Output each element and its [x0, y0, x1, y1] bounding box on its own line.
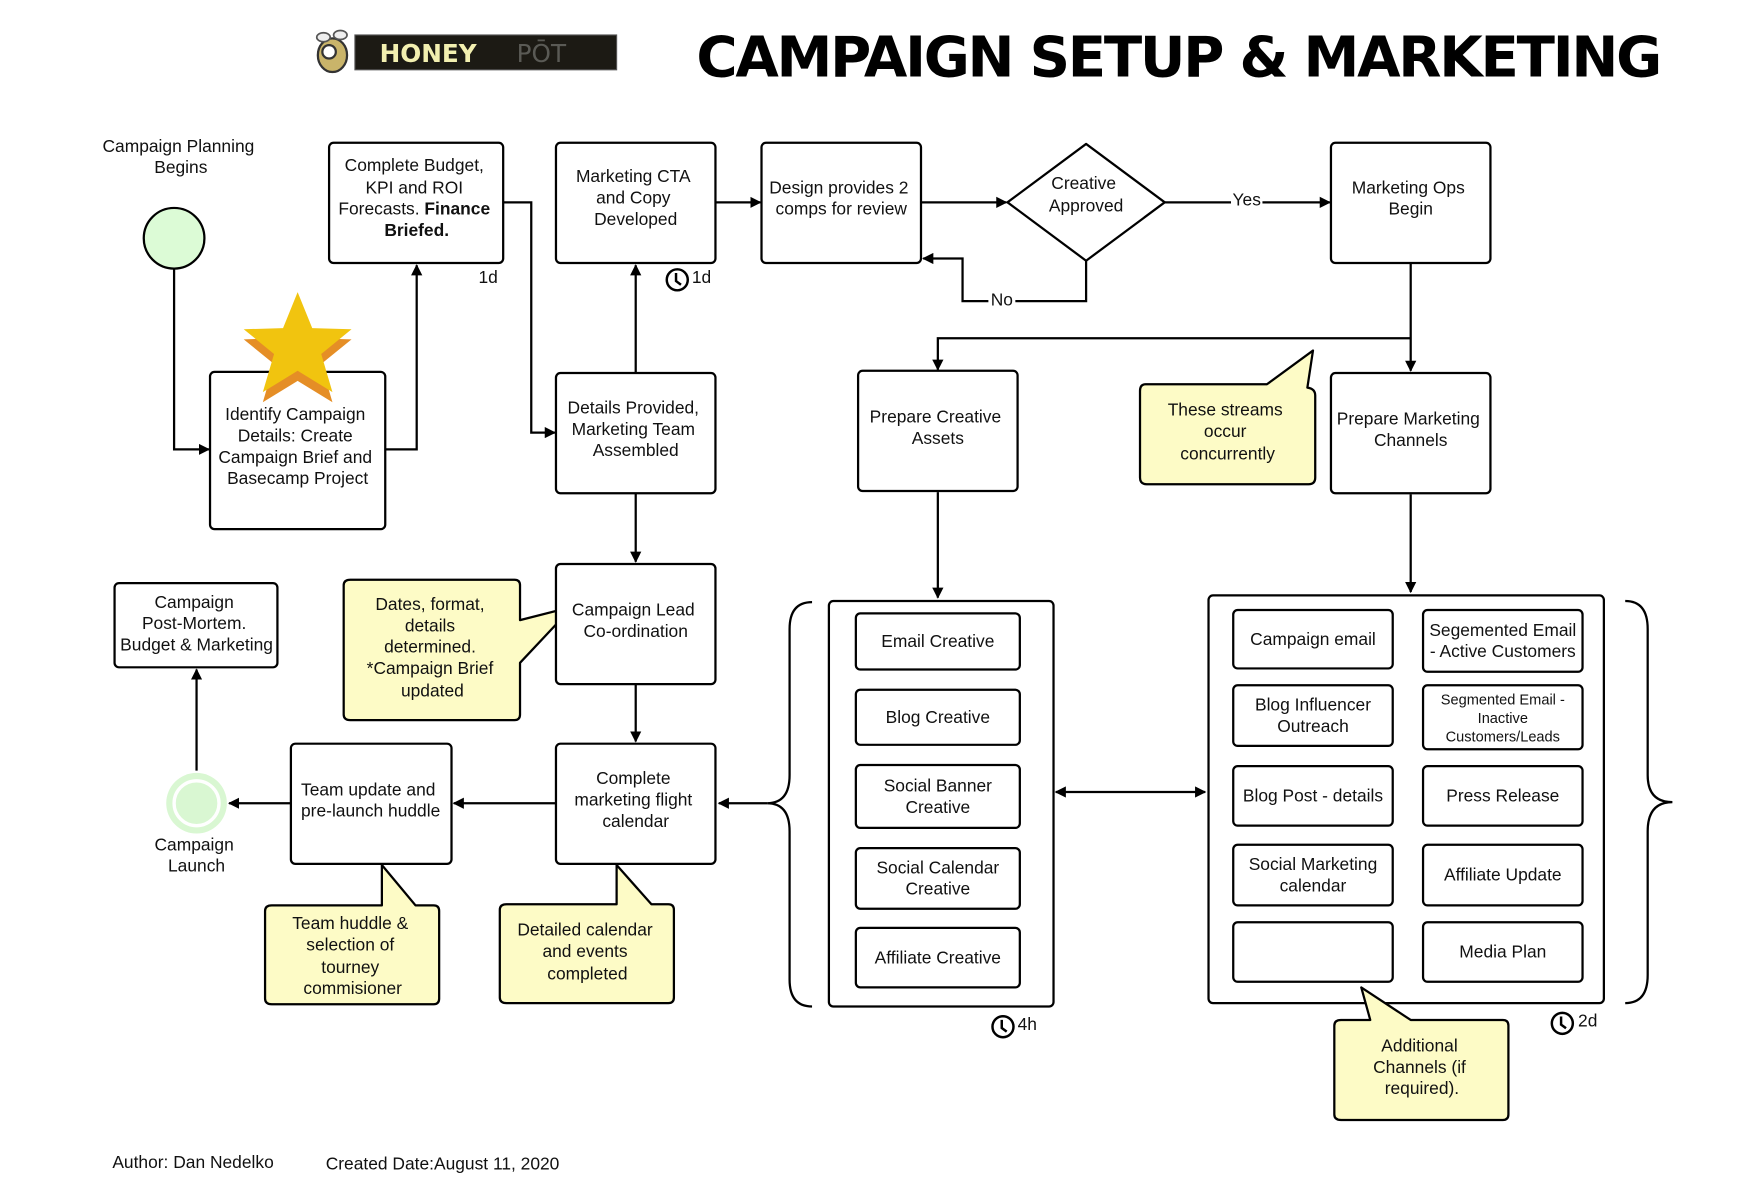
note-dates: Dates, format, details determined. *Camp…: [342, 578, 574, 722]
node-start[interactable]: Campaign Planning Begins: [103, 136, 260, 270]
channel-item[interactable]: Press Release: [1421, 765, 1584, 827]
brace-left: [767, 601, 813, 1008]
logo-text-light: PŌT: [517, 39, 567, 68]
brace-right: [1625, 599, 1673, 1005]
note-calendar: Detailed calendar and events completed: [498, 863, 676, 1005]
node-launch[interactable]: Campaign Launch: [154, 772, 238, 876]
channel-item[interactable]: Segemented Email - Active Customers: [1421, 608, 1584, 673]
clock-icon: [665, 268, 690, 292]
honeypot-logo: HONEY PŌT: [315, 29, 618, 74]
connector-start-identify: [172, 267, 211, 456]
budget-duration: 1d: [478, 267, 497, 287]
flowchart-canvas: HONEY PŌT CAMPAIGN SETUP & MARKETING Cam…: [103, 26, 1673, 1173]
bee-icon: [315, 29, 349, 74]
creative-item[interactable]: Affiliate Creative: [854, 926, 1021, 989]
creative-item-label: Email Creative: [881, 631, 994, 651]
creative-item[interactable]: Email Creative: [854, 612, 1021, 671]
channel-item-label: Campaign email: [1250, 629, 1376, 649]
svg-text:Additional Channels (if: Additional Channels (if required).: [1373, 1035, 1471, 1098]
channel-item-label: Press Release: [1446, 786, 1559, 806]
note-additional: Additional Channels (if required).: [1333, 986, 1510, 1122]
connector-ops-creative: [932, 337, 1411, 371]
page-title: CAMPAIGN SETUP & MARKETING: [696, 26, 1660, 91]
note-team-huddle: Team huddle & selection of tourney commi…: [263, 863, 441, 1006]
node-details[interactable]: Details Provided, Marketing Team Assembl…: [554, 371, 717, 495]
creative-item-label: Affiliate Creative: [875, 947, 1001, 967]
identify-label: Identify Campaign Details: Create Campai…: [218, 404, 377, 488]
channel-group-duration: 2d: [1578, 1011, 1597, 1031]
creative-item[interactable]: Social Calendar Creative: [854, 847, 1021, 910]
channel-item[interactable]: Blog Post - details: [1232, 765, 1394, 827]
start-label: Campaign Planning Begins: [103, 136, 260, 177]
launch-label: Campaign Launch: [154, 834, 238, 875]
start-circle-icon: [142, 206, 206, 270]
creative-group-duration: 4h: [1018, 1014, 1037, 1034]
yes-label: Yes: [1233, 190, 1262, 210]
created-date-text: Created Date:August 11, 2020: [326, 1153, 560, 1173]
clock-icon: [1550, 1011, 1575, 1036]
node-decision[interactable]: Creative Approved Yes No: [988, 142, 1263, 311]
node-design[interactable]: Design provides 2 comps for review: [760, 141, 923, 265]
channel-item[interactable]: Affiliate Update: [1421, 843, 1584, 907]
creative-item[interactable]: Blog Creative: [854, 688, 1021, 746]
node-huddle[interactable]: Team update and pre-launch huddle: [289, 742, 453, 865]
channel-item[interactable]: Media Plan: [1421, 921, 1584, 983]
node-flight[interactable]: Complete marketing flight calendar: [554, 742, 717, 865]
creative-group: Email Creative Blog Creative Social Banner…: [827, 599, 1055, 1039]
node-creative-assets[interactable]: Prepare Creative Assets: [856, 369, 1019, 493]
channel-item-label: Affiliate Update: [1444, 865, 1562, 885]
channel-item[interactable]: Segmented Email -Inactive Customers/Leads: [1421, 684, 1584, 751]
connector-identify-budget: [385, 264, 423, 451]
channel-item[interactable]: Campaign email: [1232, 608, 1394, 670]
connector-budget-details: [503, 201, 556, 439]
channel-item-label: Segemented Email - Active Customers: [1429, 620, 1576, 661]
node-identify[interactable]: Identify Campaign Details: Create Campai…: [208, 292, 387, 531]
creative-item-label: Blog Creative: [886, 707, 990, 727]
channel-item[interactable]: Social Marketing calendar: [1232, 843, 1394, 907]
lead-label: Campaign Lead Co-ordination: [572, 600, 700, 641]
author-text: Author: Dan Nedelko: [112, 1152, 273, 1172]
note-concurrent: These streams occur concurrently: [1138, 349, 1317, 486]
channel-item[interactable]: Blog Influencer Outreach: [1232, 684, 1394, 748]
no-label: No: [991, 290, 1013, 310]
node-ops[interactable]: Marketing Ops Begin: [1329, 141, 1492, 265]
clock-icon: [991, 1014, 1015, 1039]
node-postmortem[interactable]: Campaign Post-Mortem. Budget & Marketing: [113, 581, 279, 669]
huddle-label: Team update and pre-launch huddle: [301, 779, 440, 820]
creative-item[interactable]: Social Banner Creative: [854, 763, 1021, 830]
node-lead[interactable]: Campaign Lead Co-ordination: [554, 562, 717, 686]
logo-text-bold: HONEY: [380, 39, 478, 68]
channel-item-label: Media Plan: [1459, 942, 1546, 962]
cta-duration: 1d: [692, 267, 711, 287]
design-label: Design provides 2 comps for review: [769, 177, 913, 218]
channel-item-label: Blog Post - details: [1243, 786, 1383, 806]
node-channels[interactable]: Prepare Marketing Channels: [1329, 371, 1492, 495]
